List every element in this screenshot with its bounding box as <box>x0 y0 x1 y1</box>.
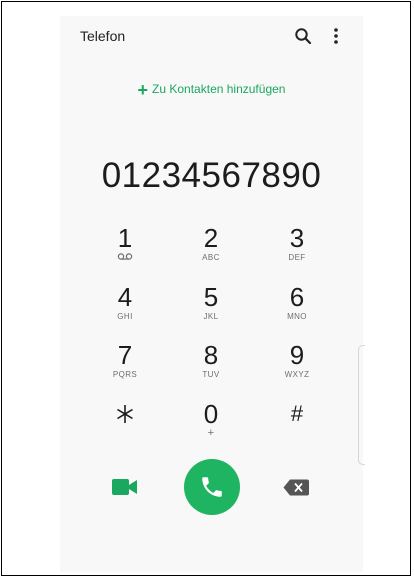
key-letters: ABC <box>202 253 220 262</box>
more-vert-icon <box>334 28 338 44</box>
key-letters: JKL <box>203 312 219 321</box>
key-digit: 5 <box>203 282 219 312</box>
voicemail-icon <box>85 252 165 264</box>
backspace-button[interactable] <box>283 479 309 496</box>
key-5[interactable]: 5 JKL <box>171 283 251 337</box>
key-digit: # <box>290 401 304 426</box>
more-options-button[interactable] <box>328 26 344 46</box>
key-letters: WXYZ <box>284 370 310 379</box>
key-digit: 2 <box>203 223 219 253</box>
edge-panel-handle[interactable] <box>358 345 365 465</box>
call-button[interactable] <box>184 459 240 515</box>
key-7[interactable]: 7 PQRS <box>85 341 165 395</box>
key-hash[interactable]: # <box>257 400 337 454</box>
asterisk-icon <box>85 400 165 433</box>
app-title: Telefon <box>80 28 126 44</box>
video-call-button[interactable] <box>112 478 138 496</box>
key-3[interactable]: 3 DEF <box>257 224 337 278</box>
search-icon <box>295 28 312 45</box>
dialed-number: 01234567890 <box>101 156 322 195</box>
key-6[interactable]: 6 MNO <box>257 283 337 337</box>
key-digit: 9 <box>289 340 305 370</box>
plus-icon: + <box>137 80 149 100</box>
key-letters: MNO <box>287 312 307 321</box>
key-digit: 3 <box>289 223 305 253</box>
key-0[interactable]: 0 + <box>171 400 251 454</box>
key-star[interactable] <box>85 400 165 454</box>
phone-icon <box>202 477 222 497</box>
screenshot-frame: Telefon + Zu Kontakten hinzufügen 0123456… <box>1 1 411 576</box>
video-call-icon <box>112 479 137 495</box>
key-letters: GHI <box>117 312 133 321</box>
phone-app-screen: Telefon + Zu Kontakten hinzufügen 0123456… <box>60 16 363 572</box>
key-digit: 7 <box>117 340 133 370</box>
key-1[interactable]: 1 <box>85 224 165 278</box>
key-9[interactable]: 9 WXYZ <box>257 341 337 395</box>
key-digit: 8 <box>203 340 219 370</box>
search-button[interactable] <box>294 27 312 45</box>
key-digit: 6 <box>289 282 305 312</box>
key-letters: DEF <box>288 253 306 262</box>
backspace-icon <box>283 479 309 496</box>
add-to-contacts-link[interactable]: + Zu Kontakten hinzufügen <box>60 80 363 101</box>
key-letters: TUV <box>202 370 220 379</box>
add-to-contacts-label: Zu Kontakten hinzufügen <box>152 82 286 96</box>
key-8[interactable]: 8 TUV <box>171 341 251 395</box>
key-digit: 4 <box>117 282 133 312</box>
key-digit: 1 <box>117 223 133 253</box>
key-digit: 0 <box>203 399 219 429</box>
key-2[interactable]: 2 ABC <box>171 224 251 278</box>
key-4[interactable]: 4 GHI <box>85 283 165 337</box>
key-letters: PQRS <box>112 370 138 379</box>
key-letters: + <box>207 427 215 439</box>
